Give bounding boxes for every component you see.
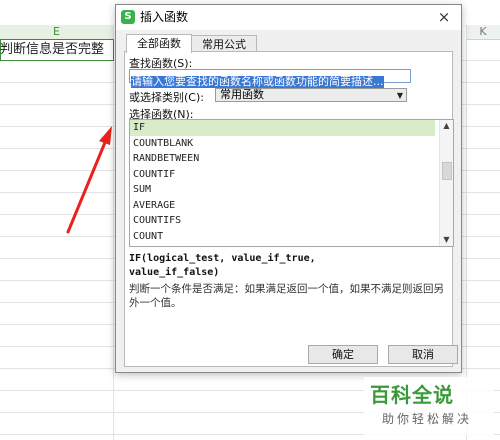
list-item-count[interactable]: COUNT (130, 229, 435, 245)
watermark-logo: 百科全说 助你轻松解决 (364, 377, 494, 435)
list-item-average[interactable]: AVERAGE (130, 198, 435, 214)
signature-line-1: IF(logical_test, value_if_true, (129, 253, 316, 264)
column-header-k[interactable]: K (466, 25, 500, 40)
list-item-randbetween[interactable]: RANDBETWEEN (130, 151, 435, 167)
scroll-up-icon[interactable]: ▲ (440, 120, 453, 132)
function-search-input[interactable]: 请输入您要查找的函数名称或函数功能的简要描述... (129, 69, 411, 88)
function-description: 判断一个条件是否满足：如果满足返回一个值，如果不满足则返回另外一个值。 (129, 283, 444, 309)
insert-function-dialog: S 插入函数 × 全部函数 常用公式 查找函数(S): 请输入您要查找的函数名称或… (115, 4, 462, 373)
dialog-titlebar[interactable]: S 插入函数 × (116, 5, 461, 30)
cancel-button[interactable]: 取消 (388, 345, 458, 364)
list-item-if[interactable]: IF (130, 120, 435, 136)
list-item-countifs[interactable]: COUNTIFS (130, 213, 435, 229)
watermark-main-text: 百科全说 (370, 383, 454, 407)
column-header-e[interactable]: E (0, 25, 114, 40)
close-icon[interactable]: × (433, 5, 455, 30)
category-select-value: 常用函数 (220, 88, 264, 101)
cell-e-text[interactable]: 判断信息是否完整 (0, 40, 113, 60)
tab-all-functions[interactable]: 全部函数 (126, 34, 192, 53)
search-input-text: 请输入您要查找的函数名称或函数功能的简要描述... (131, 75, 384, 88)
list-item-sum[interactable]: SUM (130, 182, 435, 198)
category-label: 或选择类别(C): (129, 91, 204, 104)
watermark-sub-text: 助你轻松解决 (382, 412, 473, 426)
chevron-down-icon: ▼ (396, 91, 403, 100)
list-item-countif[interactable]: COUNTIF (130, 167, 435, 183)
wps-app-icon: S (121, 10, 135, 24)
function-list[interactable]: IF COUNTBLANK RANDBETWEEN COUNTIF SUM AV… (129, 119, 454, 247)
dialog-title: 插入函数 (140, 10, 189, 24)
scroll-down-icon[interactable]: ▼ (440, 234, 453, 246)
list-item-countblank[interactable]: COUNTBLANK (130, 136, 435, 152)
dialog-panel: 查找函数(S): 请输入您要查找的函数名称或函数功能的简要描述... 或选择类别… (124, 51, 458, 367)
function-signature: IF(logical_test, value_if_true, value_if… (129, 252, 449, 280)
ok-button[interactable]: 确定 (308, 345, 378, 364)
category-select[interactable]: 常用函数 ▼ (215, 88, 407, 102)
scroll-thumb[interactable] (442, 162, 452, 180)
grid-column-line (113, 25, 114, 440)
dialog-tabs: 全部函数 常用公式 (126, 34, 257, 53)
list-scrollbar[interactable]: ▲ ▼ (439, 120, 453, 246)
signature-line-2: value_if_false) (129, 267, 220, 278)
